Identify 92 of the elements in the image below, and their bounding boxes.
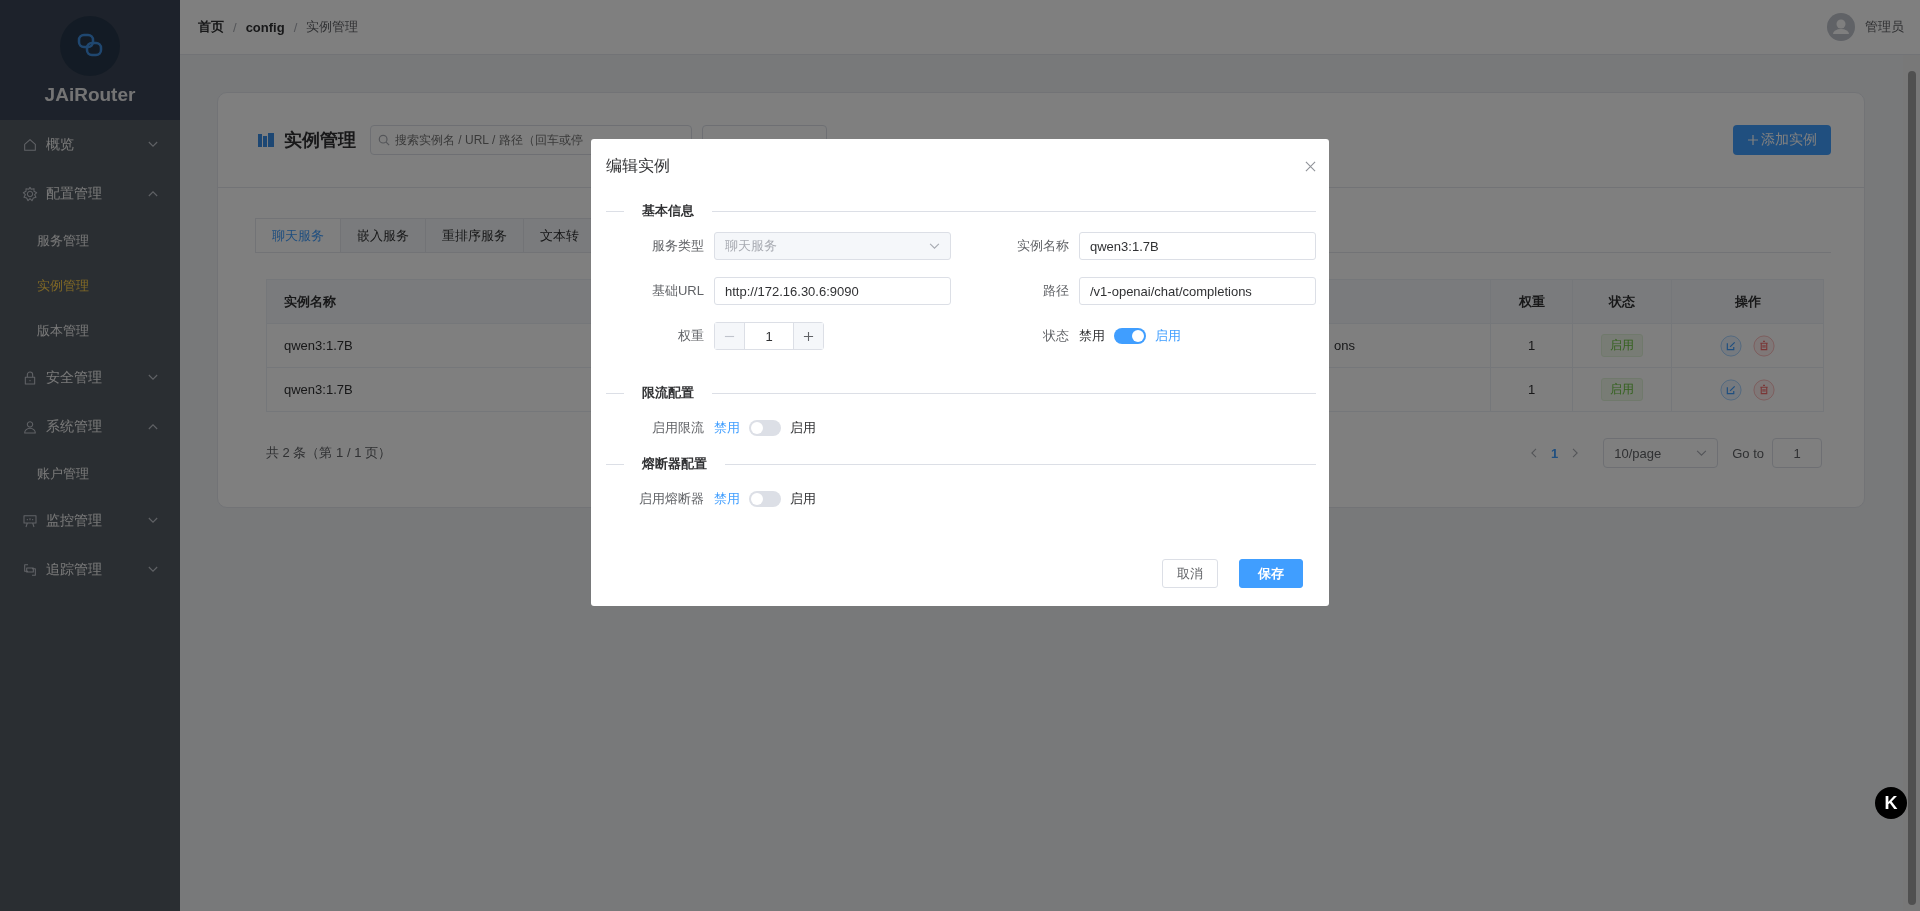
field-label: 启用熔断器 [638,490,704,508]
menu-item[interactable]: 追踪管理 [0,545,180,594]
save-button[interactable]: 保存 [1239,559,1303,588]
plus-icon[interactable] [803,330,814,342]
status-tag: 启用 [1601,378,1643,401]
field-label: 服务类型 [651,237,704,255]
menu-item[interactable]: 系统管理 [0,402,180,451]
logo-icon [60,16,120,76]
breadcrumb-item[interactable]: config [245,19,285,35]
menu-item[interactable]: 安全管理 [0,353,180,402]
number-field[interactable]: 1 [714,322,824,350]
search-icon [378,134,390,146]
table-cell: qwen3:1.7B [284,338,353,353]
switch-on-label: 启用 [790,419,816,437]
field-label: 实例名称 [1016,237,1069,255]
edit-icon[interactable] [1720,334,1742,357]
field-label: 权重 [677,327,704,345]
table-cell: qwen3:1.7B [284,382,353,397]
delete-icon[interactable] [1753,378,1775,401]
plus-icon [1747,134,1759,146]
goto-field[interactable]: 1 [1772,438,1822,468]
submenu-item[interactable]: 账户管理 [0,451,180,496]
close-icon[interactable] [1305,160,1316,172]
submenu-item[interactable]: 服务管理 [0,218,180,263]
field-label: 启用限流 [651,419,704,437]
brand-name: JAiRouter [44,84,136,106]
menu-icon [22,418,38,435]
menu-icon [22,369,38,386]
table-cell: ons [1334,338,1355,353]
toggle-switch[interactable] [749,420,781,436]
menu-item[interactable]: 监控管理 [0,496,180,545]
menu-icon [22,136,38,153]
menu-icon [22,185,38,202]
next-page-icon[interactable] [1572,448,1580,458]
submenu-item[interactable]: 实例管理 [0,263,180,308]
toggle-switch[interactable] [749,491,781,507]
edit-icon[interactable] [1720,378,1742,401]
dialog-title: 编辑实例 [606,155,670,176]
page-title: 实例管理 [284,129,356,152]
chevron-up-icon [148,190,158,197]
section-title: 基本信息 [641,202,695,220]
input-field[interactable]: qwen3:1.7B [1079,232,1316,260]
books-icon [258,133,274,147]
column-header: 操作 [1734,292,1761,311]
chevron-down-icon [1696,449,1708,457]
switch-off-label: 禁用 [714,490,740,508]
breadcrumb-item[interactable]: 实例管理 [306,18,359,36]
chevron-up-icon [148,423,158,430]
user-name[interactable]: 管理员 [1865,18,1904,36]
status-tag: 启用 [1601,334,1643,357]
chevron-down-icon [148,374,158,381]
chevron-down-icon [929,242,940,250]
cancel-button[interactable]: 取消 [1162,559,1218,588]
menu-icon [22,561,38,578]
field-label: 状态 [1042,327,1069,345]
menu-item[interactable]: 概览 [0,120,180,169]
chevron-down-icon [148,566,158,573]
tab[interactable]: 重排序服务 [425,218,524,252]
table-cell: 1 [1527,382,1536,397]
switch-off-label: 禁用 [714,419,740,437]
chevron-down-icon [148,517,158,524]
input-field[interactable]: http://172.16.30.6:9090 [714,277,951,305]
section-title: 熔断器配置 [641,455,708,473]
switch-on-label: 启用 [790,490,816,508]
switch-on-label: 启用 [1155,327,1181,345]
page-number[interactable]: 1 [1550,445,1559,461]
input-field[interactable]: /v1-openai/chat/completions [1079,277,1316,305]
tab[interactable]: 聊天服务 [255,218,341,252]
menu-item[interactable]: 配置管理 [0,169,180,218]
tab[interactable]: 嵌入服务 [340,218,426,252]
switch-off-label: 禁用 [1079,327,1105,345]
avatar-icon[interactable] [1827,13,1855,41]
column-header: 权重 [1518,292,1545,311]
breadcrumb-separator: / [233,19,237,35]
section-title: 限流配置 [641,384,695,402]
field-label: 基础URL [651,282,704,300]
menu-icon [22,512,38,529]
column-header: 实例名称 [284,292,336,311]
chevron-down-icon [148,141,158,148]
prev-page-icon[interactable] [1529,448,1537,458]
add-instance-button[interactable]: 添加实例 [1733,125,1831,155]
delete-icon[interactable] [1753,334,1775,357]
field-label: 路径 [1042,282,1069,300]
total-count: 共 2 条（第 1 / 1 页） [266,444,391,462]
goto-label: Go to [1732,445,1764,461]
breadcrumb-separator: / [293,19,298,35]
column-header: 状态 [1609,292,1635,311]
submenu-item[interactable]: 版本管理 [0,308,180,353]
table-cell: 1 [1527,338,1536,353]
toggle-switch[interactable] [1114,328,1146,344]
breadcrumb-item[interactable]: 首页 [198,18,224,36]
page-size-select[interactable]: 10/page [1603,438,1719,468]
